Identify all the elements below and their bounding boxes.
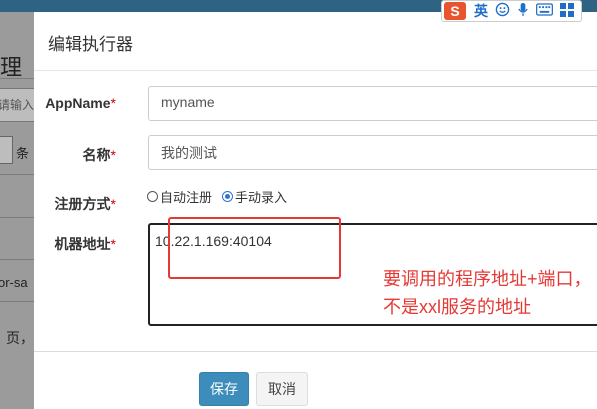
background-row-text: or-sa (0, 275, 28, 290)
radio-manual-entry-label: 手动录入 (235, 190, 288, 205)
background-select-text: 条 (16, 146, 30, 161)
smiley-icon[interactable] (495, 2, 510, 20)
save-button[interactable]: 保存 (199, 372, 249, 406)
modal-title: 编辑执行器 (48, 35, 133, 54)
radio-circle-icon[interactable] (147, 191, 158, 202)
ime-toolbar: S 英 (441, 0, 582, 22)
ime-logo[interactable]: S (444, 2, 466, 20)
name-label-text: 名称 (82, 147, 111, 163)
annotation-text: 要调用的程序地址+端口，不是xxl服务的地址 (383, 269, 592, 317)
name-input[interactable]: 我的测试 (148, 135, 597, 170)
required-marker: * (110, 147, 116, 163)
background-divider (0, 174, 34, 175)
background-input-placeholder: 请输入 (0, 98, 35, 112)
register-type-radio-group: 自动注册 手动录入 (147, 187, 297, 206)
microphone-icon[interactable] (517, 2, 529, 20)
edit-executor-modal: 编辑执行器 AppName* myname 名称* 我的测试 注册方式* 自动注… (34, 12, 597, 409)
background-divider (0, 259, 34, 260)
background-divider (0, 78, 34, 79)
name-value: 我的测试 (161, 145, 217, 161)
background-page: 理 请输入 条 or-sa 页， (0, 12, 34, 409)
name-label: 名称* (34, 145, 116, 165)
modal-footer-divider (34, 351, 597, 352)
background-select (0, 136, 13, 164)
background-pagination-text: 页， (6, 330, 34, 346)
radio-manual-entry[interactable]: 手动录入 (222, 187, 287, 206)
required-marker: * (110, 95, 116, 111)
background-divider (0, 217, 34, 218)
appname-input[interactable]: myname (148, 86, 597, 121)
radio-selected-icon[interactable] (222, 191, 234, 202)
address-label-text: 机器地址 (54, 236, 111, 252)
appname-label-text: AppName (45, 95, 111, 111)
annotation-highlight-box (168, 217, 341, 279)
background-divider (0, 301, 34, 302)
grid-icon[interactable] (560, 2, 574, 20)
appname-label: AppName* (34, 95, 116, 111)
radio-auto-register[interactable]: 自动注册 (147, 187, 212, 206)
ime-language-toggle[interactable]: 英 (474, 1, 488, 21)
appname-value: myname (161, 94, 215, 110)
required-marker: * (110, 236, 116, 252)
cancel-button[interactable]: 取消 (256, 372, 308, 406)
register-type-label: 注册方式* (34, 194, 116, 214)
required-marker: * (110, 196, 116, 212)
background-search-input: 请输入 (0, 88, 34, 122)
keyboard-icon[interactable] (536, 3, 553, 19)
radio-auto-register-label: 自动注册 (160, 190, 213, 205)
register-type-label-text: 注册方式 (54, 196, 111, 212)
address-label: 机器地址* (34, 234, 116, 254)
